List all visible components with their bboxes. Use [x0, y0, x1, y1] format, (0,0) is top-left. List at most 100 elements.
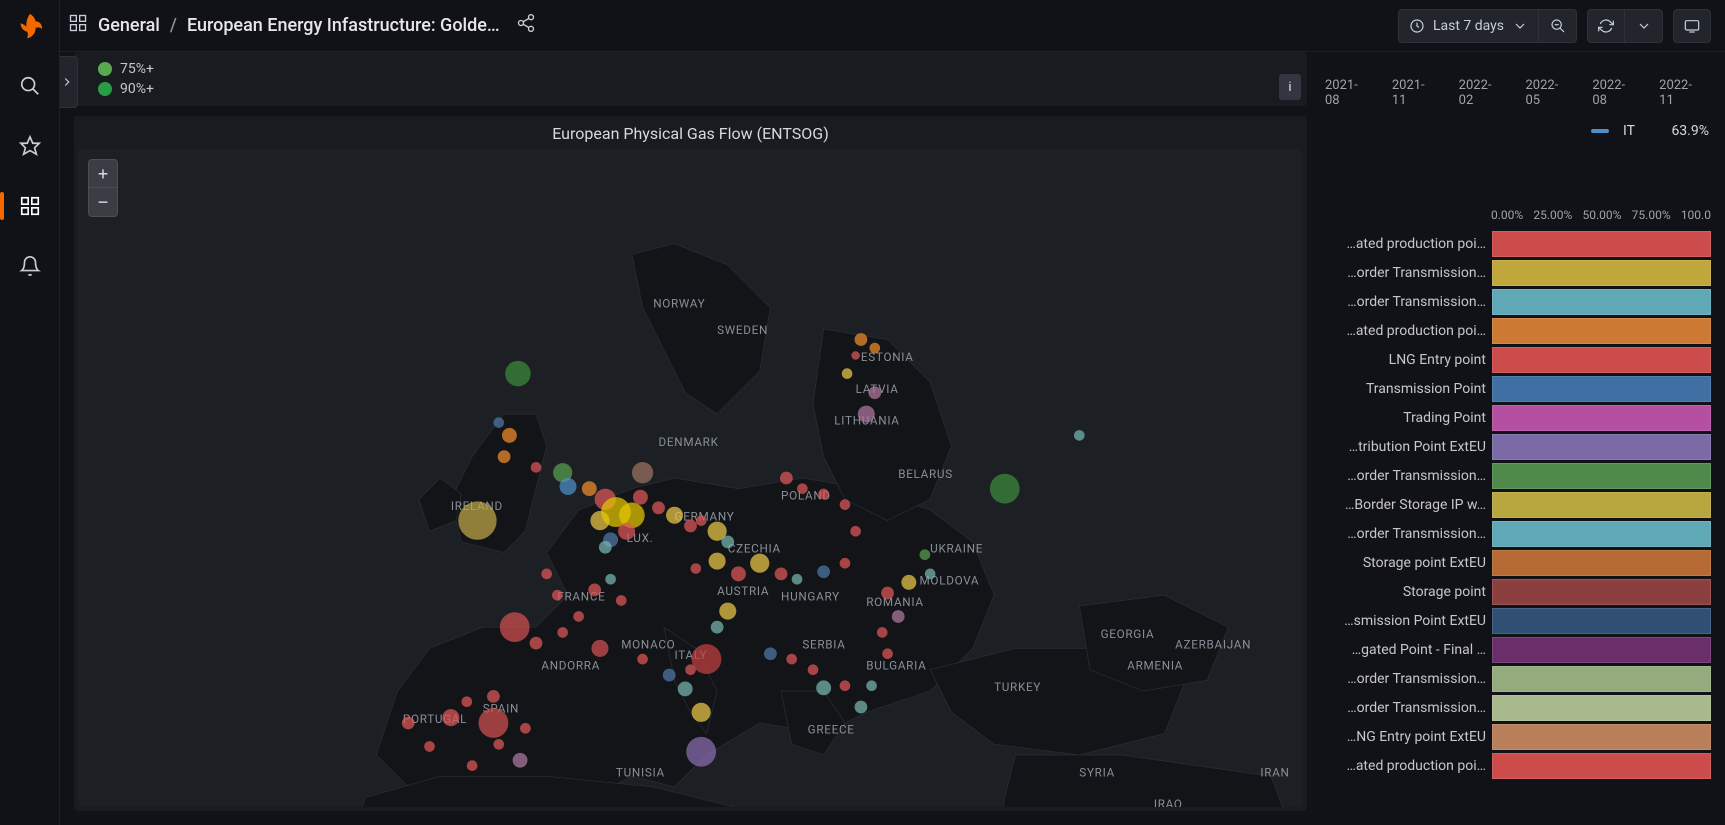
bar-row[interactable]: …ated production poi…	[1321, 317, 1711, 345]
map-data-point[interactable]	[786, 654, 797, 665]
zoom-in-button[interactable]: +	[89, 160, 117, 188]
bar-row[interactable]: Storage point ExtEU	[1321, 549, 1711, 577]
map-data-point[interactable]	[851, 351, 860, 360]
map-data-point[interactable]	[487, 690, 500, 703]
map-data-point[interactable]	[808, 664, 819, 675]
map-data-point[interactable]	[616, 595, 627, 606]
map-data-point[interactable]	[719, 603, 736, 620]
map-data-point[interactable]	[557, 627, 568, 638]
map-data-point[interactable]	[500, 612, 530, 642]
map-data-point[interactable]	[573, 611, 584, 622]
map-data-point[interactable]	[692, 644, 722, 674]
map-data-point[interactable]	[877, 627, 888, 638]
expand-sidebar-button[interactable]	[60, 56, 78, 108]
map-data-point[interactable]	[920, 549, 931, 560]
map-data-point[interactable]	[588, 583, 601, 596]
map-data-point[interactable]	[818, 489, 829, 500]
map-data-point[interactable]	[652, 501, 665, 514]
grafana-logo[interactable]	[15, 12, 45, 46]
map-data-point[interactable]	[691, 563, 702, 574]
map-data-point[interactable]	[925, 569, 936, 580]
map-data-point[interactable]	[442, 709, 459, 726]
bar-row[interactable]: LNG Entry point	[1321, 346, 1711, 374]
bar-row[interactable]: …order Transmission…	[1321, 259, 1711, 287]
map-data-point[interactable]	[731, 566, 746, 581]
map-data-point[interactable]	[467, 760, 478, 771]
map-data-point[interactable]	[840, 499, 851, 510]
bar-row[interactable]: …ated production poi…	[1321, 752, 1711, 780]
map-data-point[interactable]	[618, 523, 635, 540]
map-data-point[interactable]	[855, 333, 868, 346]
map-data-point[interactable]	[780, 472, 793, 485]
map-data-point[interactable]	[637, 654, 648, 665]
map-data-point[interactable]	[505, 361, 531, 387]
bar-row[interactable]: …order Transmission…	[1321, 462, 1711, 490]
map-data-point[interactable]	[816, 680, 831, 695]
zoom-out-time-button[interactable]	[1539, 9, 1577, 43]
map-data-point[interactable]	[868, 386, 881, 399]
map-data-point[interactable]	[461, 696, 472, 707]
map-data-point[interactable]	[541, 569, 552, 580]
map-data-point[interactable]	[840, 680, 851, 691]
map-data-point[interactable]	[881, 587, 894, 600]
map-data-point[interactable]	[663, 669, 676, 682]
map-data-point[interactable]	[633, 490, 648, 505]
map-data-point[interactable]	[696, 515, 707, 526]
bar-row[interactable]: …tribution Point ExtEU	[1321, 433, 1711, 461]
map-data-point[interactable]	[599, 541, 612, 554]
map-data-point[interactable]	[591, 640, 608, 657]
map-data-point[interactable]	[402, 717, 415, 730]
map-data-point[interactable]	[582, 481, 597, 496]
refresh-picker[interactable]	[1587, 9, 1663, 43]
map-data-point[interactable]	[666, 507, 683, 524]
map-data-point[interactable]	[792, 574, 803, 585]
map-data-point[interactable]	[458, 501, 496, 539]
map-data-point[interactable]	[882, 648, 893, 659]
bar-row[interactable]: …order Transmission…	[1321, 694, 1711, 722]
map-data-point[interactable]	[869, 343, 880, 354]
map-data-point[interactable]	[513, 753, 528, 768]
map-data-point[interactable]	[866, 680, 877, 691]
bar-row[interactable]: Storage point	[1321, 578, 1711, 606]
map-data-point[interactable]	[605, 574, 616, 585]
map-data-point[interactable]	[479, 708, 509, 738]
map-data-point[interactable]	[750, 554, 769, 573]
share-icon[interactable]	[516, 13, 536, 38]
bar-row[interactable]: …gated Point - Final …	[1321, 636, 1711, 664]
map-data-point[interactable]	[892, 610, 905, 623]
dashboards-nav[interactable]	[10, 186, 50, 226]
refresh-button[interactable]	[1587, 9, 1625, 43]
map-data-point[interactable]	[692, 703, 711, 722]
zoom-out-button[interactable]: −	[89, 188, 117, 216]
panel-menu-button[interactable]: i	[1279, 74, 1301, 100]
map-data-point[interactable]	[721, 536, 734, 549]
map-data-point[interactable]	[493, 739, 504, 750]
map-data-point[interactable]	[855, 701, 868, 714]
dashboard-title[interactable]: European Energy Infastructure: Golde…	[187, 15, 500, 36]
map-data-point[interactable]	[531, 462, 542, 473]
favorites-nav[interactable]	[10, 126, 50, 166]
map-data-point[interactable]	[764, 647, 777, 660]
map-data-point[interactable]	[686, 737, 716, 767]
breadcrumb-root[interactable]: General	[98, 15, 160, 36]
map-data-point[interactable]	[684, 520, 697, 533]
map-data-point[interactable]	[1074, 430, 1085, 441]
bar-row[interactable]: Transmission Point	[1321, 375, 1711, 403]
tv-mode-button[interactable]	[1673, 9, 1711, 43]
bar-row[interactable]: Trading Point	[1321, 404, 1711, 432]
map-data-point[interactable]	[493, 417, 504, 428]
map-data-point[interactable]	[850, 526, 861, 537]
map-data-point[interactable]	[709, 553, 726, 570]
time-picker[interactable]: Last 7 days	[1398, 9, 1577, 43]
map-data-point[interactable]	[775, 567, 788, 580]
map-data-point[interactable]	[530, 637, 543, 650]
bar-row[interactable]: …order Transmission…	[1321, 665, 1711, 693]
refresh-interval-button[interactable]	[1625, 9, 1663, 43]
bar-row[interactable]: …order Transmission…	[1321, 288, 1711, 316]
map-data-point[interactable]	[552, 590, 563, 601]
map-data-point[interactable]	[840, 558, 851, 569]
bar-row[interactable]: …ated production poi…	[1321, 230, 1711, 258]
map-data-point[interactable]	[858, 406, 875, 423]
map-data-point[interactable]	[502, 428, 517, 443]
bar-row[interactable]: …NG Entry point ExtEU	[1321, 723, 1711, 751]
